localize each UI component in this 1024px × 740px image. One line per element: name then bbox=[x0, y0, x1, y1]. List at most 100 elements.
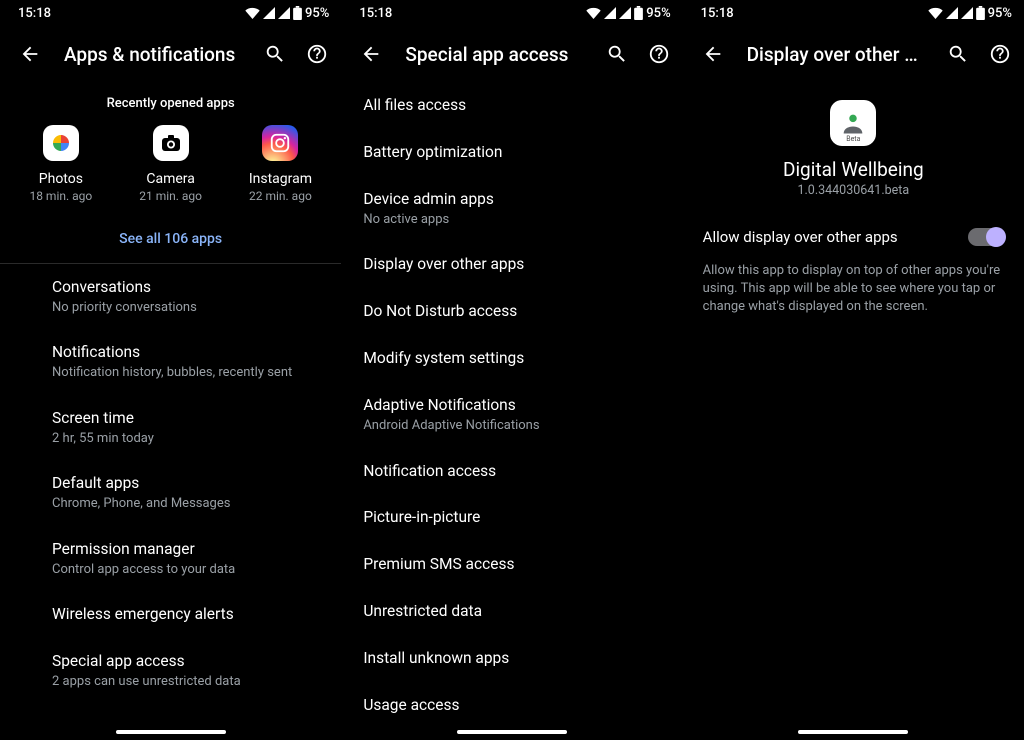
app-name: Digital Wellbeing bbox=[783, 158, 924, 181]
panel-apps-notifications: 15:18 95% Apps & notifications Recently … bbox=[0, 0, 341, 740]
recent-app-camera[interactable]: Camera 21 min. ago bbox=[121, 125, 221, 203]
list-item-title: Notification access bbox=[363, 461, 662, 482]
list-item-subtitle: 2 hr, 55 min today bbox=[52, 430, 321, 448]
instagram-icon bbox=[262, 125, 298, 161]
back-icon[interactable] bbox=[357, 40, 385, 68]
photos-icon bbox=[43, 125, 79, 161]
signal-icon bbox=[946, 7, 958, 19]
list-item[interactable]: Adaptive NotificationsAndroid Adaptive N… bbox=[341, 382, 682, 447]
list-item[interactable]: NotificationsNotification history, bubbl… bbox=[0, 329, 341, 394]
help-icon[interactable] bbox=[645, 40, 673, 68]
back-icon[interactable] bbox=[699, 40, 727, 68]
list-item-title: Unrestricted data bbox=[363, 601, 662, 622]
help-icon[interactable] bbox=[303, 40, 331, 68]
see-all-apps-link[interactable]: See all 106 apps bbox=[0, 215, 341, 264]
help-icon[interactable] bbox=[986, 40, 1014, 68]
content: All files access Battery optimization Devi… bbox=[341, 82, 682, 740]
recent-app-name: Instagram bbox=[249, 171, 312, 187]
list-item-title: Display over other apps bbox=[363, 254, 662, 275]
appbar: Display over other a… bbox=[683, 26, 1024, 82]
panel-display-over-apps: 15:18 95% Display over other a… Beta bbox=[683, 0, 1024, 740]
list-item-title: Permission manager bbox=[52, 539, 321, 560]
list-item[interactable]: Install unknown apps bbox=[341, 635, 682, 682]
panel-special-app-access: 15:18 95% Special app access All files a… bbox=[341, 0, 682, 740]
list-item-title: Picture-in-picture bbox=[363, 507, 662, 528]
signal-icon-2 bbox=[278, 7, 290, 19]
list-item-title: Wireless emergency alerts bbox=[52, 604, 321, 625]
appbar: Apps & notifications bbox=[0, 26, 341, 82]
list-item[interactable]: Wireless emergency alerts bbox=[0, 591, 341, 638]
list-item-subtitle: Android Adaptive Notifications bbox=[363, 417, 662, 435]
list-item[interactable]: Premium SMS access bbox=[341, 541, 682, 588]
battery-icon bbox=[293, 6, 302, 20]
list-item-title: Usage access bbox=[363, 695, 662, 716]
app-info-block: Beta Digital Wellbeing 1.0.344030641.bet… bbox=[683, 82, 1024, 212]
list-item[interactable]: Device admin appsNo active apps bbox=[341, 176, 682, 241]
list-item-title: Modify system settings bbox=[363, 348, 662, 369]
list-item[interactable]: Display over other apps bbox=[341, 241, 682, 288]
list-item[interactable]: Do Not Disturb access bbox=[341, 288, 682, 335]
status-time: 15:18 bbox=[18, 6, 51, 21]
digital-wellbeing-icon: Beta bbox=[830, 100, 876, 146]
list-item-title: Special app access bbox=[52, 651, 321, 672]
toggle-switch[interactable] bbox=[968, 228, 1004, 246]
search-icon[interactable] bbox=[603, 40, 631, 68]
search-icon[interactable] bbox=[944, 40, 972, 68]
recent-app-time: 21 min. ago bbox=[139, 189, 202, 203]
list-item[interactable]: Screen time2 hr, 55 min today bbox=[0, 395, 341, 460]
list-item-title: Adaptive Notifications bbox=[363, 395, 662, 416]
status-battery: 95% bbox=[988, 6, 1012, 21]
recent-apps-row: Photos 18 min. ago Camera 21 min. ago In… bbox=[0, 125, 341, 215]
list-item-title: Default apps bbox=[52, 473, 321, 494]
list-item-title: Battery optimization bbox=[363, 142, 662, 163]
list-item-title: Screen time bbox=[52, 408, 321, 429]
overlay-description: Allow this app to display on top of othe… bbox=[683, 254, 1024, 317]
signal-icon-2 bbox=[619, 7, 631, 19]
status-battery: 95% bbox=[646, 6, 670, 21]
list-item[interactable]: Default appsChrome, Phone, and Messages bbox=[0, 460, 341, 525]
special-access-list: All files access Battery optimization Devi… bbox=[341, 82, 682, 740]
list-item-title: All files access bbox=[363, 95, 662, 116]
appbar: Special app access bbox=[341, 26, 682, 82]
list-item-subtitle: 2 apps can use unrestricted data bbox=[52, 673, 321, 691]
recent-app-name: Photos bbox=[39, 171, 83, 187]
camera-icon bbox=[153, 125, 189, 161]
list-item-subtitle: Chrome, Phone, and Messages bbox=[52, 495, 321, 513]
nav-handle[interactable] bbox=[116, 730, 226, 734]
list-item[interactable]: Battery optimization bbox=[341, 129, 682, 176]
list-item[interactable]: Unrestricted data bbox=[341, 588, 682, 635]
list-item[interactable]: Usage access bbox=[341, 682, 682, 729]
list-item-title: Do Not Disturb access bbox=[363, 301, 662, 322]
battery-icon bbox=[634, 6, 643, 20]
status-battery: 95% bbox=[305, 6, 329, 21]
recent-app-name: Camera bbox=[146, 171, 195, 187]
list-item[interactable]: Permission managerControl app access to … bbox=[0, 526, 341, 591]
content: Beta Digital Wellbeing 1.0.344030641.bet… bbox=[683, 82, 1024, 740]
battery-icon bbox=[976, 6, 985, 20]
search-icon[interactable] bbox=[261, 40, 289, 68]
list-item[interactable]: Notification access bbox=[341, 448, 682, 495]
list-item[interactable]: Modify system settings bbox=[341, 335, 682, 382]
recent-app-time: 18 min. ago bbox=[29, 189, 92, 203]
list-item[interactable]: Picture-in-picture bbox=[341, 494, 682, 541]
nav-handle[interactable] bbox=[457, 730, 567, 734]
allow-overlay-toggle-row[interactable]: Allow display over other apps bbox=[683, 212, 1024, 254]
list-item[interactable]: Special app access2 apps can use unrestr… bbox=[0, 638, 341, 703]
nav-handle[interactable] bbox=[798, 730, 908, 734]
wifi-icon bbox=[245, 7, 260, 19]
list-item-subtitle: Control app access to your data bbox=[52, 561, 321, 579]
list-item-title: Notifications bbox=[52, 342, 321, 363]
status-right: 95% bbox=[928, 6, 1012, 21]
content: Recently opened apps Photos 18 min. ago bbox=[0, 82, 341, 740]
recent-app-instagram[interactable]: Instagram 22 min. ago bbox=[230, 125, 330, 203]
app-version: 1.0.344030641.beta bbox=[797, 183, 909, 198]
list-item[interactable]: All files access bbox=[341, 82, 682, 129]
back-icon[interactable] bbox=[16, 40, 44, 68]
beta-badge: Beta bbox=[846, 135, 860, 143]
list-item-title: Premium SMS access bbox=[363, 554, 662, 575]
list-item[interactable]: ConversationsNo priority conversations bbox=[0, 264, 341, 329]
status-right: 95% bbox=[245, 6, 329, 21]
page-title: Special app access bbox=[405, 43, 582, 66]
recent-app-photos[interactable]: Photos 18 min. ago bbox=[11, 125, 111, 203]
statusbar: 15:18 95% bbox=[0, 0, 341, 26]
